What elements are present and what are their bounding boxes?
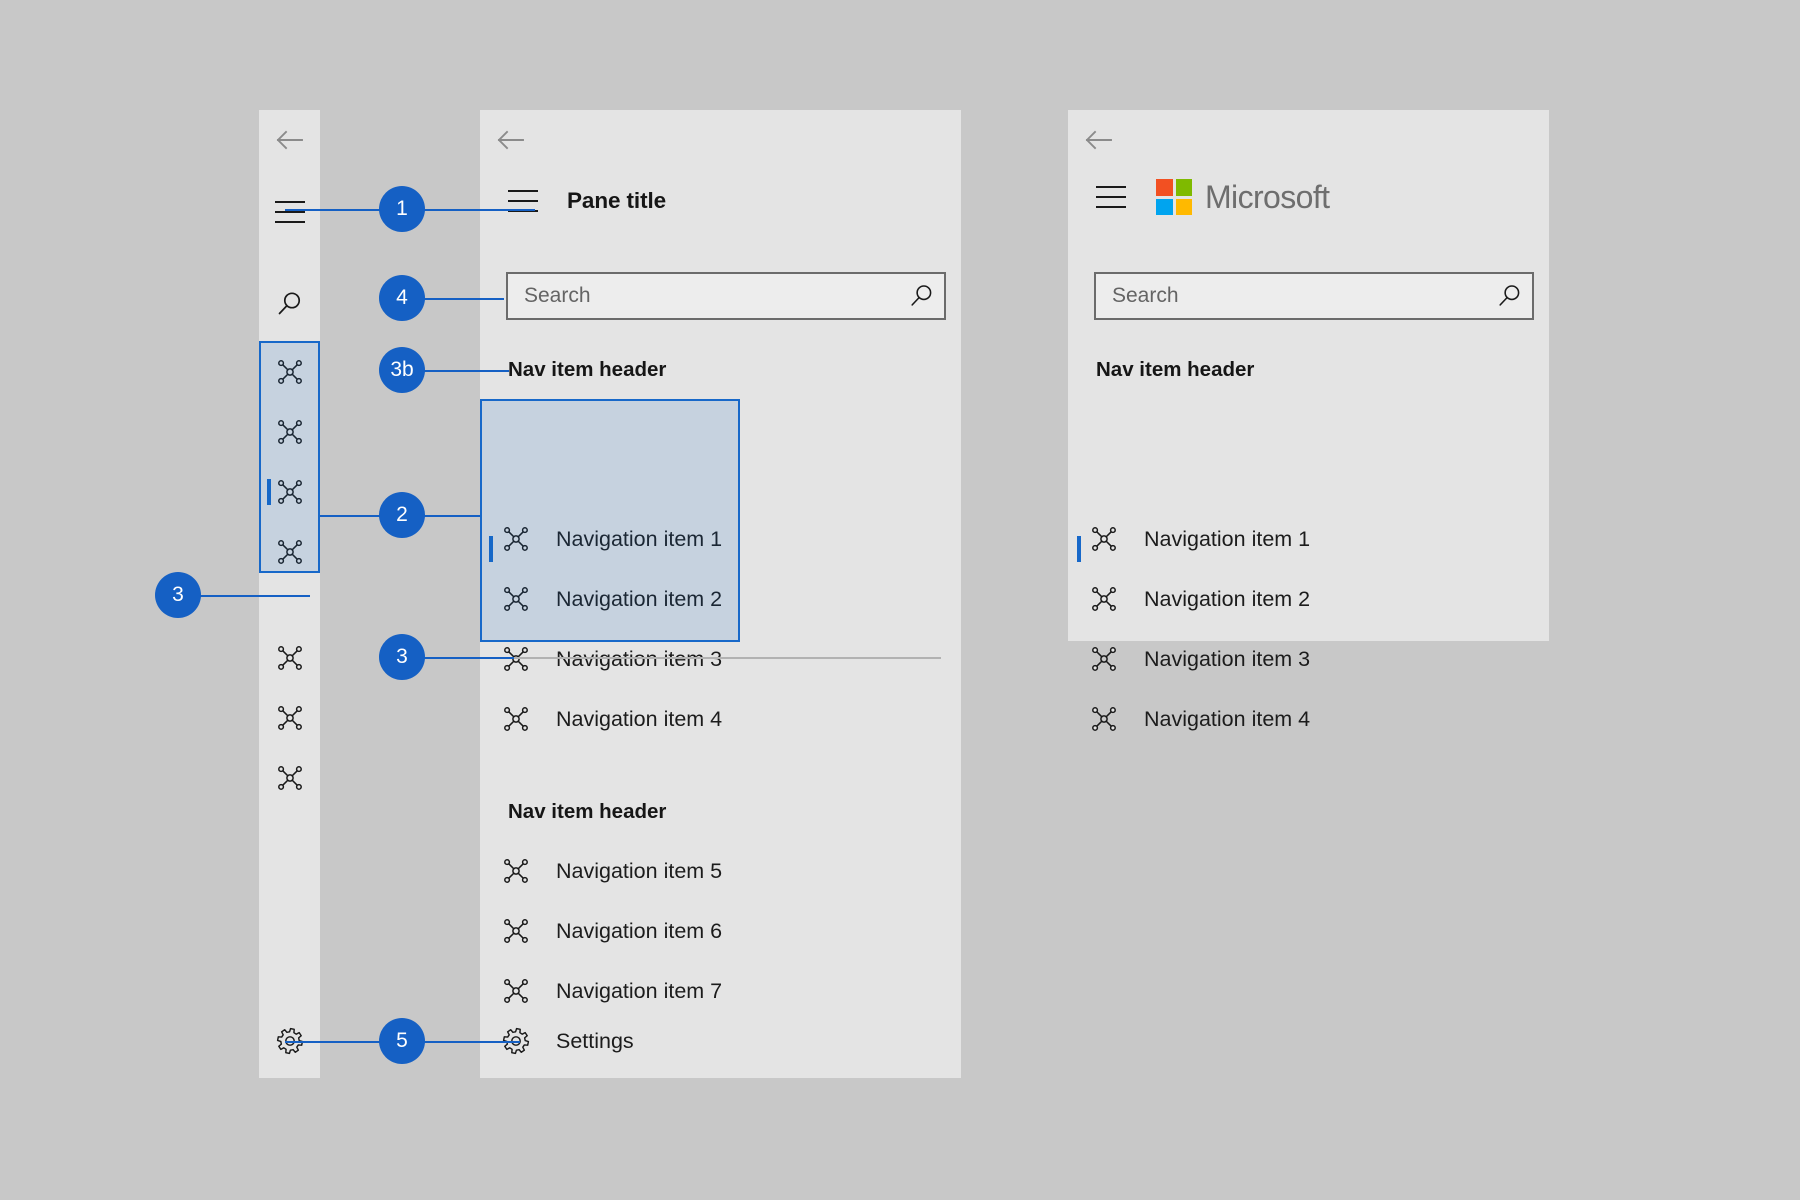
nav-item-label: Navigation item 1 (1144, 526, 1311, 551)
nav-item-header: Nav item header (508, 800, 667, 823)
callout-number: 5 (396, 1029, 408, 1052)
leader-line-3-rail (190, 595, 310, 597)
nav-item-6[interactable]: Navigation item 6 (494, 905, 946, 957)
pane-divider (480, 657, 941, 659)
node-network-icon (1082, 524, 1126, 554)
microsoft-logo: Microsoft (1156, 178, 1330, 216)
search-box[interactable]: Search (506, 272, 946, 320)
nav-item-7[interactable]: Navigation item 7 (494, 965, 946, 1017)
node-network-icon (1082, 584, 1126, 614)
microsoft-branded-navigation-pane: Microsoft Search Nav item header Navigat… (1068, 110, 1549, 731)
pane-items-highlight-box (480, 399, 740, 642)
nav-item-4[interactable]: Navigation item 4 (1082, 693, 1534, 745)
settings-label: Settings (556, 1028, 634, 1053)
nav-item-label: Navigation item 7 (556, 978, 723, 1003)
nav-item-2[interactable]: Navigation item 2 (1082, 573, 1534, 625)
callout-number: 4 (396, 286, 408, 309)
logo-square-bottom-right (1175, 198, 1192, 215)
logo-square-top-left (1156, 179, 1173, 196)
search-icon (911, 285, 932, 306)
nav-item-label: Navigation item 6 (556, 918, 723, 943)
rail-item-6[interactable] (259, 687, 320, 748)
node-network-icon (494, 976, 538, 1006)
rail-item-7[interactable] (259, 747, 320, 808)
microsoft-squares-icon (1156, 179, 1192, 215)
back-button[interactable] (490, 119, 532, 161)
wireframe-canvas: Pane title Search Nav item header Naviga… (0, 0, 1800, 1200)
node-network-icon (494, 916, 538, 946)
rail-items-highlight-box (259, 341, 320, 573)
nav-item-3[interactable]: Navigation item 3 (1082, 633, 1534, 685)
node-network-icon (277, 645, 302, 670)
rail-item-5[interactable] (259, 627, 320, 688)
callout-number: 1 (396, 197, 408, 220)
nav-item-label: Navigation item 4 (556, 706, 723, 731)
search-submit-button[interactable] (900, 282, 944, 310)
callout-1: 1 (379, 186, 425, 232)
nav-item-1[interactable]: Navigation item 1 (1082, 513, 1534, 565)
callout-number: 3 (396, 645, 408, 668)
compact-navigation-rail (259, 110, 320, 1078)
callout-5: 4 (379, 275, 425, 321)
rail-search-button[interactable] (259, 273, 320, 334)
callout-6: 5 (379, 1018, 425, 1064)
nav-item-label: Navigation item 4 (1144, 706, 1311, 731)
search-submit-button[interactable] (1488, 282, 1532, 310)
node-network-icon (494, 644, 538, 674)
page-title: Pane title (567, 188, 667, 213)
nav-item-label: Navigation item 2 (1144, 586, 1311, 611)
callout-number: 3 (172, 583, 184, 606)
hamburger-icon (1096, 186, 1126, 208)
node-network-icon (494, 856, 538, 886)
node-network-icon (1082, 704, 1126, 734)
node-network-icon (1082, 644, 1126, 674)
nav-item-label: Navigation item 5 (556, 858, 723, 883)
node-network-icon (277, 705, 302, 730)
search-input[interactable]: Search (1112, 284, 1488, 308)
pane-header: Microsoft (1096, 176, 1330, 218)
search-icon (278, 291, 300, 314)
nav-item-header: Nav item header (1096, 358, 1255, 381)
ms-pane-selection-indicator (1077, 536, 1081, 562)
callout-number: 3b (390, 358, 414, 381)
search-icon (1499, 285, 1520, 306)
hamburger-icon (274, 200, 305, 223)
node-network-icon (494, 704, 538, 734)
back-button[interactable] (269, 119, 311, 161)
logo-square-top-right (1175, 179, 1192, 196)
callout-number: 2 (396, 503, 408, 526)
callout-3-pane: 3 (379, 634, 425, 680)
pane-header: Pane title (508, 180, 666, 222)
menu-hamburger-button[interactable] (259, 181, 320, 242)
nav-item-label: Navigation item 3 (556, 646, 723, 671)
search-box[interactable]: Search (1094, 272, 1534, 320)
callout-3-rail: 3 (155, 572, 201, 618)
nav-item-4[interactable]: Navigation item 4 (494, 693, 946, 745)
node-network-icon (277, 765, 302, 790)
callout-2: 2 (379, 492, 425, 538)
nav-item-5[interactable]: Navigation item 5 (494, 845, 946, 897)
back-button[interactable] (1078, 119, 1120, 161)
callout-4: 3b (379, 347, 425, 393)
search-input[interactable]: Search (524, 284, 900, 308)
menu-hamburger-button[interactable] (1096, 186, 1126, 208)
nav-item-header: Nav item header (508, 358, 667, 381)
nav-item-label: Navigation item 3 (1144, 646, 1311, 671)
logo-square-bottom-left (1156, 198, 1173, 215)
brand-wordmark: Microsoft (1205, 178, 1330, 215)
